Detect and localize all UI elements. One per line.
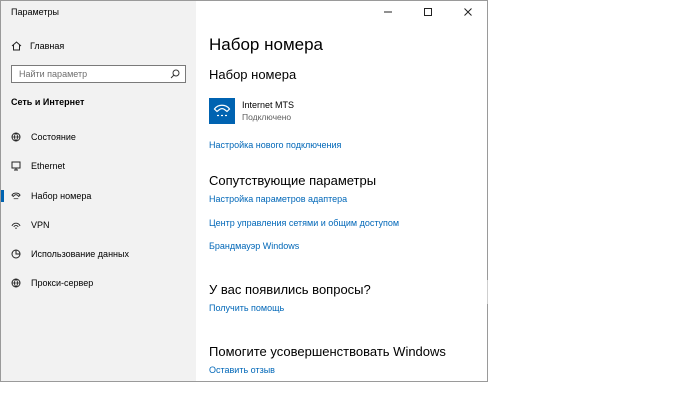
minimize-button[interactable] xyxy=(373,1,403,23)
window-edge-shadow xyxy=(487,280,488,304)
new-connection-link[interactable]: Настройка нового подключения xyxy=(209,140,341,150)
vpn-icon xyxy=(11,220,21,230)
search-input[interactable]: Найти параметр xyxy=(11,65,186,83)
sidebar-item-dialup[interactable]: Набор номера xyxy=(1,186,196,206)
globe-status-icon xyxy=(11,132,21,142)
home-label: Главная xyxy=(30,41,65,51)
section-title-network: Сеть и Интернет xyxy=(11,97,85,107)
feedback-link[interactable]: Оставить отзыв xyxy=(209,365,275,375)
sidebar-item-status[interactable]: Состояние xyxy=(1,127,196,147)
search-icon[interactable] xyxy=(170,69,180,79)
firewall-link[interactable]: Брандмауэр Windows xyxy=(209,241,299,251)
sidebar-item-proxy[interactable]: Прокси-сервер xyxy=(1,273,196,293)
sidebar-item-label: Состояние xyxy=(31,132,76,142)
home-icon xyxy=(11,41,22,51)
network-center-link[interactable]: Центр управления сетями и общим доступом xyxy=(209,218,399,228)
sidebar-item-data-usage[interactable]: Использование данных xyxy=(1,244,196,264)
proxy-globe-icon xyxy=(11,278,21,288)
sidebar-item-vpn[interactable]: VPN xyxy=(1,215,196,235)
search-placeholder: Найти параметр xyxy=(19,69,88,79)
sidebar-item-label: Набор номера xyxy=(31,191,92,201)
sidebar-item-label: Прокси-сервер xyxy=(31,278,94,288)
data-usage-icon xyxy=(11,249,21,259)
active-indicator xyxy=(1,190,4,202)
adapter-settings-link[interactable]: Настройка параметров адаптера xyxy=(209,194,347,204)
settings-window: Параметры Главная Найти параметр Сеть и … xyxy=(0,0,488,382)
minimize-icon xyxy=(384,11,392,13)
sidebar: Параметры Главная Найти параметр Сеть и … xyxy=(1,1,196,381)
connection-status: Подключено xyxy=(242,112,292,122)
close-icon xyxy=(464,8,472,16)
connection-tile xyxy=(209,98,235,124)
section-title: Набор номера xyxy=(209,67,297,82)
connection-item[interactable]: Internet MTS Подключено xyxy=(209,98,459,124)
sidebar-item-label: Использование данных xyxy=(31,249,129,259)
ethernet-icon xyxy=(11,161,21,171)
home-nav-item[interactable]: Главная xyxy=(11,39,64,53)
close-button[interactable] xyxy=(453,1,483,23)
main-content: Набор номера Набор номера Internet MTS П… xyxy=(196,1,487,381)
app-title: Параметры xyxy=(11,7,59,17)
maximize-icon xyxy=(424,8,432,16)
dialup-phone-icon xyxy=(11,191,21,201)
related-settings-title: Сопутствующие параметры xyxy=(209,173,377,188)
sidebar-item-label: Ethernet xyxy=(31,161,66,171)
connection-name: Internet MTS xyxy=(242,100,295,110)
maximize-button[interactable] xyxy=(413,1,443,23)
dialup-phone-icon xyxy=(213,104,231,117)
page-title: Набор номера xyxy=(209,35,323,54)
sidebar-item-label: VPN xyxy=(31,220,50,230)
get-help-link[interactable]: Получить помощь xyxy=(209,303,284,313)
questions-title: У вас появились вопросы? xyxy=(209,282,371,297)
sidebar-item-ethernet[interactable]: Ethernet xyxy=(1,156,196,176)
improve-windows-title: Помогите усовершенствовать Windows xyxy=(209,344,446,359)
